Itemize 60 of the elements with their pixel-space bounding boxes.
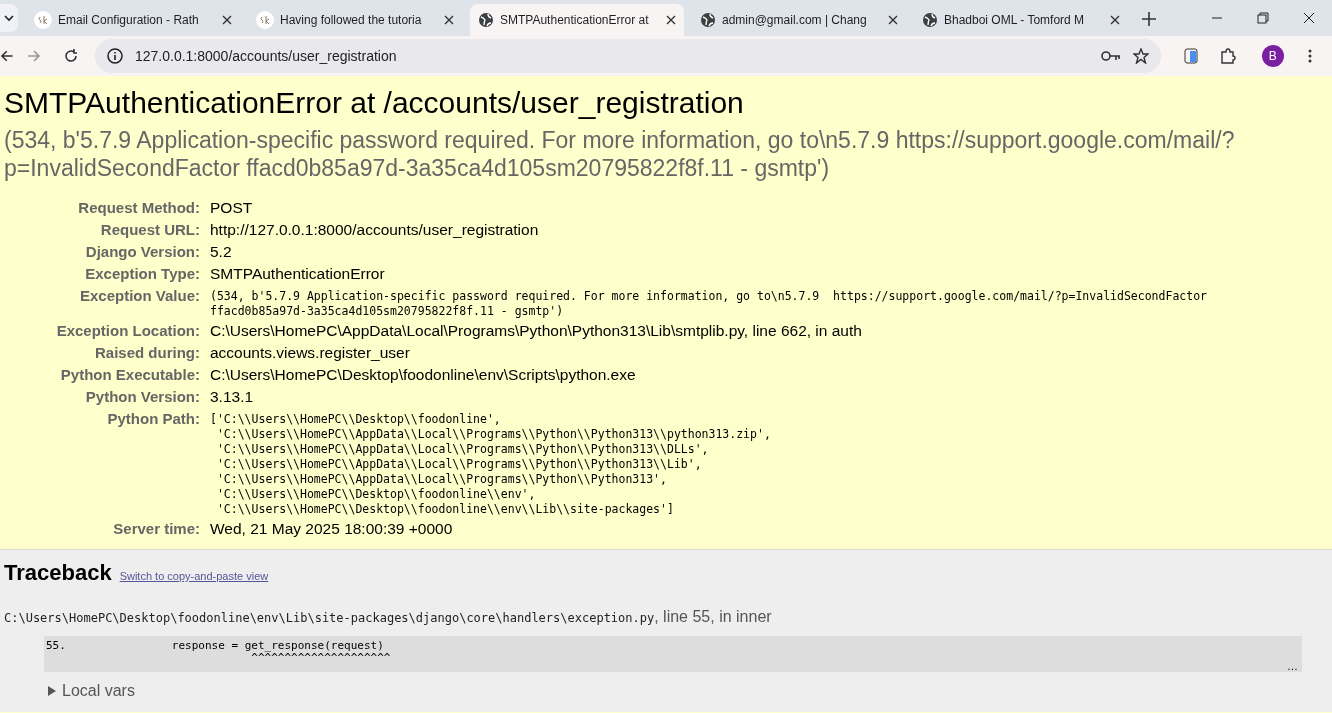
logo-icon <box>34 11 52 29</box>
address-bar[interactable]: 127.0.0.1:8000/accounts/user_registration <box>95 39 1161 73</box>
browser-tab[interactable]: Bhadboi OML - Tomford M <box>914 4 1128 36</box>
close-icon[interactable] <box>222 15 232 25</box>
globe-icon <box>478 12 494 28</box>
meta-label: Django Version: <box>84 242 200 262</box>
browser-tab[interactable]: Having followed the tutoria <box>248 4 462 36</box>
meta-label: Exception Value: <box>78 286 200 306</box>
browser-tab[interactable]: Email Configuration - Rath <box>26 4 240 36</box>
meta-value: C:\Users\HomePC\Desktop\foodonline\env\Scripts\python.exe <box>210 366 636 383</box>
meta-value: SMTPAuthenticationError <box>210 265 385 282</box>
meta-label: Exception Location: <box>55 321 200 341</box>
meta-value: C:\Users\HomePC\AppData\Local\Programs\Python\Python313\Lib\smtplib.py, line 662, in auth <box>210 322 862 339</box>
info-icon[interactable] <box>107 48 123 64</box>
meta-label: Server time: <box>112 519 200 539</box>
logo-icon <box>256 11 274 29</box>
globe-icon <box>700 12 716 28</box>
more-indicator[interactable]: … <box>1287 660 1298 672</box>
globe-icon <box>922 12 938 28</box>
meta-label: Raised during: <box>94 343 200 363</box>
code-line: 55. response = get_response(request) ^^^^^^^^^^^^^^^^^^^^^ <box>46 640 392 664</box>
forward-icon[interactable] <box>26 49 41 63</box>
traceback-heading: Traceback <box>4 560 112 586</box>
browser-tab[interactable]: admin@gmail.com | Chang <box>692 4 906 36</box>
meta-label: Python Version: <box>84 387 200 407</box>
meta-value: accounts.views.register_user <box>210 344 410 361</box>
reload-icon[interactable] <box>63 49 78 63</box>
tab-search-button[interactable] <box>0 4 18 32</box>
meta-value: 5.2 <box>210 243 232 260</box>
meta-label: Request URL: <box>99 220 200 240</box>
caret-icon <box>4 14 14 22</box>
close-icon[interactable] <box>1110 15 1120 25</box>
error-summary: (534, b'5.7.9 Application-specific password required. For more information, go to\n5.7.9 https://support.google.com/mail/?p=InvalidSecondFactor ffacd0b85a97d-3a35ca4d105sm20795822f8f.11 - gsmtp') <box>4 126 1236 182</box>
meta-label: Exception Type: <box>84 264 200 284</box>
local-vars-toggle[interactable]: Local vars <box>48 682 135 700</box>
meta-value: ['C:\\Users\\HomePC\\Desktop\\foodonline', 'C:\\Users\\HomePC\\AppData\\Local\\Programs\\Python\\Python313\\python313.zip', 'C:\\Users\\HomePC\\AppData\\Local\\Programs\\Python\\Python313\\DLLs', 'C:\\Users\\HomePC\\AppData\\Local\\Programs\\Python\\Python313\\Lib', 'C:\\Users\\HomePC\\AppData\\Local\\Programs\\Python\\Python313', 'C:\\Users\\HomePC\\Desktop\\foodonline\\env', 'C:\\Users\\HomePC\\Desktop\\foodonline\\env\\Lib\\site-packages'] <box>210 411 772 517</box>
profile-avatar[interactable]: B <box>1261 45 1284 67</box>
meta-label: Request Method: <box>77 198 200 218</box>
error-title: SMTPAuthenticationError at /accounts/user_registration <box>4 86 745 120</box>
meta-value: POST <box>210 199 253 216</box>
close-icon[interactable] <box>666 15 676 25</box>
frame-location: , line 55, in inner <box>654 608 772 626</box>
close-icon[interactable] <box>888 15 898 25</box>
meta-value: http://127.0.0.1:8000/accounts/user_registration <box>210 221 539 238</box>
star-icon[interactable] <box>1133 48 1149 64</box>
new-tab-icon[interactable] <box>1142 12 1156 26</box>
meta-value: (534, b'5.7.9 Application-specific password required. For more information, go to\n5.7.9 https://support.google.com/mail/?p=InvalidSecondFactor ffacd0b85a97d-3a35ca4d105sm20795822f8f.11 - gsmtp') <box>210 288 1208 319</box>
switch-view-link[interactable]: Switch to copy-and-paste view <box>119 570 269 582</box>
browser-tab[interactable]: SMTPAuthenticationError at <box>470 4 684 36</box>
back-icon[interactable] <box>0 49 14 63</box>
meta-label: Python Path: <box>106 409 200 429</box>
menu-icon[interactable] <box>1307 49 1312 63</box>
meta-value: 3.13.1 <box>210 388 254 405</box>
close-icon[interactable] <box>444 15 454 25</box>
meta-label: Python Executable: <box>59 365 200 385</box>
key-icon[interactable] <box>1101 50 1121 62</box>
file-path: C:\Users\HomePC\Desktop\foodonline\env\Lib\site-packages\django\core\handlers\exception.py <box>4 611 655 625</box>
puzzle-icon[interactable] <box>1220 48 1237 64</box>
sidebar-icon[interactable] <box>1184 48 1199 64</box>
meta-value: Wed, 21 May 2025 18:00:39 +0000 <box>210 520 453 537</box>
